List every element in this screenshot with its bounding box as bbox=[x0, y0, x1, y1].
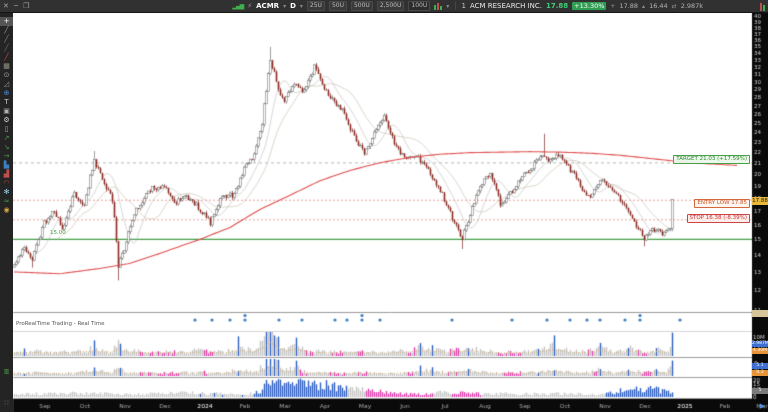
support-line-label[interactable]: 15.00 bbox=[50, 230, 66, 236]
unit-button-25[interactable]: 25U bbox=[307, 1, 325, 11]
close-window-icon[interactable]: ✕ bbox=[3, 2, 9, 10]
image-tool-icon[interactable]: ▦ bbox=[0, 62, 13, 71]
trash-tool-icon[interactable]: ▯ bbox=[0, 125, 13, 134]
stat-value-1: 17.88 bbox=[619, 2, 638, 10]
unit-button-2500[interactable]: 2,500U bbox=[377, 1, 405, 11]
scroll-right-arrow[interactable]: ▶ bbox=[760, 402, 765, 410]
red-chart-tool-icon[interactable]: ▟ bbox=[0, 170, 13, 179]
platform-watermark: ProRealTime Trading - Real Time bbox=[16, 321, 105, 327]
restore-window-icon[interactable]: ❒ bbox=[23, 2, 29, 10]
trendline-tool-icon[interactable]: ╱ bbox=[0, 26, 13, 35]
unit-button-50[interactable]: 50U bbox=[329, 1, 347, 11]
symbol-selector[interactable]: ACMR bbox=[256, 2, 279, 10]
blue-chart-tool-icon[interactable]: ▙ bbox=[0, 161, 13, 170]
duplicate-tool-icon[interactable]: ▣ bbox=[0, 107, 13, 116]
segment-tool-icon[interactable]: ╱ bbox=[0, 44, 13, 53]
minimize-window-icon[interactable]: ─ bbox=[14, 2, 18, 10]
stat-plus-icon: + bbox=[610, 3, 615, 10]
top-toolbar: ✕ ─ ❒ ▂▄▆ ⚡ ACMR ▾ D ▾ 25U 50U 500U 2,50… bbox=[0, 0, 768, 13]
green-arrow-up-tool-icon[interactable]: ↗ bbox=[0, 134, 13, 143]
chart-canvas[interactable] bbox=[0, 0, 768, 412]
connection-signal-icon: ▂▄▆ bbox=[232, 3, 243, 10]
indicator2-blue-badge: 5.1 bbox=[752, 363, 768, 369]
zoom-tool-icon[interactable]: ⊙ bbox=[0, 71, 13, 80]
last-price-axis-badge: 17.88 bbox=[752, 197, 768, 205]
stat-volume-icon: ⇄ bbox=[672, 3, 677, 10]
candle-icon[interactable] bbox=[760, 3, 765, 11]
change-percent-badge: +13.30% bbox=[572, 2, 606, 10]
volume-blue-badge: 2.987M bbox=[752, 341, 768, 347]
chart-type-caret-icon[interactable]: ▾ bbox=[446, 3, 449, 10]
indicator2-orange-badge: 4.3 bbox=[752, 370, 768, 376]
red-pencil-tool-icon[interactable]: ╱ bbox=[0, 53, 13, 62]
stop-level-label[interactable]: STOP 16.38 (-8.39%) bbox=[687, 214, 751, 223]
chart-type-icon[interactable] bbox=[434, 2, 442, 10]
instrument-name: ACM RESEARCH INC. bbox=[470, 2, 542, 10]
entry-level-label[interactable]: ENTRY LOW 17.85 bbox=[694, 199, 750, 208]
stat-arrow-icon: ▴ bbox=[642, 3, 645, 10]
snowflake-tool-icon[interactable]: ✻ bbox=[0, 188, 13, 197]
volume-orange-badge: 4.30M bbox=[752, 348, 768, 354]
last-price: 17.88 bbox=[546, 2, 568, 10]
window-controls: ✕ ─ ❒ bbox=[3, 2, 29, 10]
indicator3-badge: 5 bbox=[752, 388, 768, 394]
stat-volume-value: 2.987k bbox=[681, 2, 703, 10]
panel-indicator-icon[interactable]: ▥ bbox=[0, 368, 13, 375]
stat-value-2: 16.44 bbox=[649, 2, 668, 10]
grip-icon[interactable]: ∷ bbox=[0, 399, 13, 407]
move-tool-icon[interactable]: ⊕ bbox=[0, 89, 13, 98]
indicator-tool-icon[interactable]: ◉ bbox=[0, 206, 13, 215]
text-tool-icon[interactable]: T bbox=[0, 98, 13, 107]
target-level-label[interactable]: TARGET 21.03 (+17.59%) bbox=[673, 155, 750, 164]
green-segment-tool-icon[interactable]: → bbox=[0, 152, 13, 161]
green-arrow-down-tool-icon[interactable]: ↘ bbox=[0, 143, 13, 152]
ruler-tool-icon[interactable]: ◿ bbox=[0, 80, 13, 89]
trading-app-window: ✕ ─ ❒ ▂▄▆ ⚡ ACMR ▾ D ▾ 25U 50U 500U 2,50… bbox=[0, 0, 768, 412]
unit-selected-button[interactable]: 100U bbox=[408, 1, 430, 11]
unit-button-500[interactable]: 500U bbox=[351, 1, 373, 11]
toolbar-divider: │ bbox=[453, 2, 457, 10]
timeframe-caret-icon[interactable]: ▾ bbox=[300, 3, 303, 10]
arc-tool-icon[interactable]: ◠ bbox=[0, 179, 13, 188]
drawing-toolbar: +╱╱╱╱▦⊙◿⊕T▣⚙▯↗↘→▙▟◠✻≈◉▥∷ bbox=[0, 13, 13, 412]
cursor-tool-icon[interactable]: + bbox=[0, 17, 13, 26]
settings-tool-icon[interactable]: ⚙ bbox=[0, 116, 13, 125]
ray-tool-icon[interactable]: ╱ bbox=[0, 35, 13, 44]
pane-number: 1 bbox=[461, 2, 465, 10]
axis-marker-badge bbox=[752, 310, 768, 317]
wave-tool-icon[interactable]: ≈ bbox=[0, 197, 13, 206]
symbol-caret-icon[interactable]: ▾ bbox=[283, 3, 286, 10]
timeframe-selector[interactable]: D bbox=[290, 2, 296, 10]
plug-icon: ⚡ bbox=[247, 2, 252, 10]
